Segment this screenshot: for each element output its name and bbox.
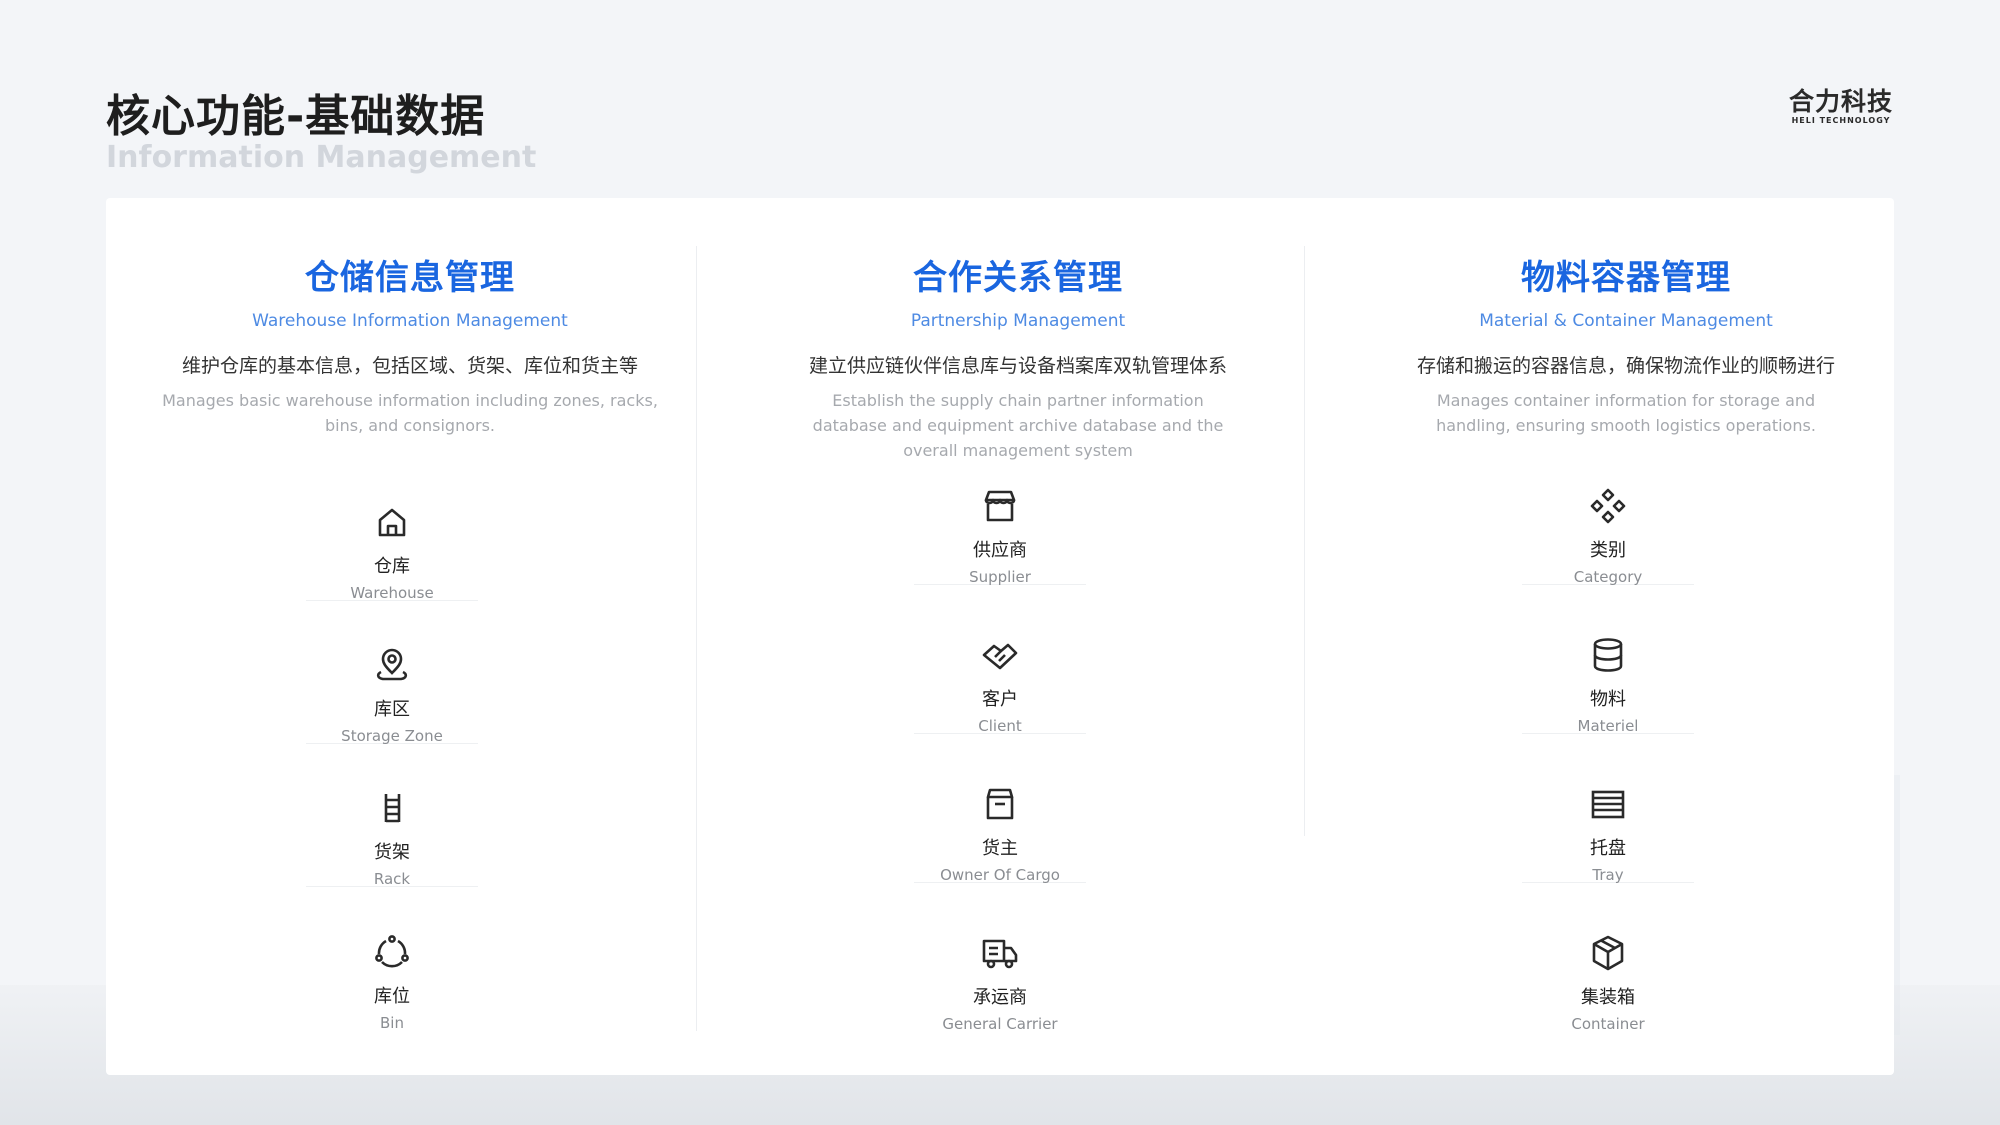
item-label: 库区 (374, 699, 410, 720)
item-label-en: Tray (1592, 866, 1624, 884)
item-tray[interactable]: 托盘 Tray (1522, 762, 1694, 884)
content-card: 仓储信息管理 Warehouse Information Management … (106, 198, 1894, 1075)
column-material-container: 物料容器管理 Material & Container Management 存… (1322, 198, 1930, 1033)
page-subtitle: Information Management (106, 140, 537, 175)
column-subtitle: Warehouse Information Management (252, 311, 568, 331)
item-rack[interactable]: 货架 Rack (306, 766, 478, 888)
column-description-en: Manages basic warehouse information incl… (162, 391, 658, 435)
item-label-en: Owner Of Cargo (940, 866, 1060, 884)
item-label-en: General Carrier (942, 1015, 1058, 1033)
column-description-en: Establish the supply chain partner infor… (812, 391, 1224, 460)
column-description: 维护仓库的基本信息，包括区域、货架、库位和货主等 (181, 355, 638, 377)
column-description: 建立供应链伙伴信息库与设备档案库双轨管理体系 (808, 355, 1227, 377)
item-label-en: Category (1573, 568, 1643, 586)
item-warehouse[interactable]: 仓库 Warehouse (306, 480, 478, 602)
box-icon (980, 784, 1020, 824)
item-bin[interactable]: 库位 Bin (306, 910, 478, 1032)
cylinder-icon (1588, 635, 1628, 675)
handshake-icon (980, 635, 1020, 675)
item-label: 托盘 (1590, 838, 1626, 859)
item-label: 类别 (1590, 540, 1626, 561)
cube-icon (1588, 933, 1628, 973)
location-pin-icon (372, 645, 412, 685)
column-description: 存储和搬运的容器信息，确保物流作业的顺畅进行 (1416, 355, 1835, 377)
column-title: 合作关系管理 (913, 258, 1123, 298)
cycle-icon (372, 932, 412, 972)
column-description-en: Manages container information for storag… (1436, 391, 1816, 435)
column-subtitle: Material & Container Management (1479, 311, 1773, 331)
item-category[interactable]: 类别 Category (1522, 464, 1694, 586)
item-label-en: Bin (380, 1014, 404, 1032)
item-label-en: Client (978, 717, 1022, 735)
column-subtitle: Partnership Management (910, 311, 1126, 331)
page-title: 核心功能-基础数据 (106, 91, 486, 142)
column-title: 仓储信息管理 (305, 258, 515, 298)
item-container[interactable]: 集装箱 Container (1522, 911, 1694, 1033)
item-label: 集装箱 (1581, 987, 1635, 1008)
item-storage-zone[interactable]: 库区 Storage Zone (306, 623, 478, 745)
item-label-en: Rack (373, 870, 411, 888)
item-label: 仓库 (374, 556, 410, 577)
item-label: 承运商 (973, 987, 1027, 1008)
brand-name: 合力科技 (1788, 87, 1893, 116)
item-materiel[interactable]: 物料 Materiel (1522, 613, 1694, 735)
home-icon (372, 502, 412, 542)
item-owner-of-cargo[interactable]: 货主 Owner Of Cargo (914, 762, 1086, 884)
item-label-en: Container (1571, 1015, 1645, 1033)
item-supplier[interactable]: 供应商 Supplier (914, 464, 1086, 586)
column-warehouse: 仓储信息管理 Warehouse Information Management … (106, 198, 714, 1032)
item-label: 物料 (1590, 689, 1626, 710)
item-label-en: Supplier (969, 568, 1031, 586)
column-title: 物料容器管理 (1521, 258, 1731, 298)
item-general-carrier[interactable]: 承运商 General Carrier (914, 911, 1086, 1033)
item-label-en: Materiel (1577, 717, 1639, 735)
ladder-rack-icon (372, 788, 412, 828)
item-label: 库位 (374, 986, 410, 1007)
brand-logo: 合力科技 HELI TECHNOLOGY (1789, 82, 1893, 125)
column-partnership: 合作关系管理 Partnership Management 建立供应链伙伴信息库… (714, 198, 1322, 1033)
item-client[interactable]: 客户 Client (914, 613, 1086, 735)
brand-name-en: HELI TECHNOLOGY (1791, 116, 1891, 125)
store-icon (980, 486, 1020, 526)
item-label: 货架 (374, 842, 410, 863)
item-label-en: Storage Zone (341, 727, 443, 745)
item-label: 供应商 (973, 540, 1027, 561)
item-label: 货主 (982, 838, 1018, 859)
truck-icon (980, 933, 1020, 973)
item-label: 客户 (982, 689, 1018, 710)
item-label-en: Warehouse (350, 584, 434, 602)
tray-stack-icon (1588, 784, 1628, 824)
category-diamonds-icon (1588, 486, 1628, 526)
